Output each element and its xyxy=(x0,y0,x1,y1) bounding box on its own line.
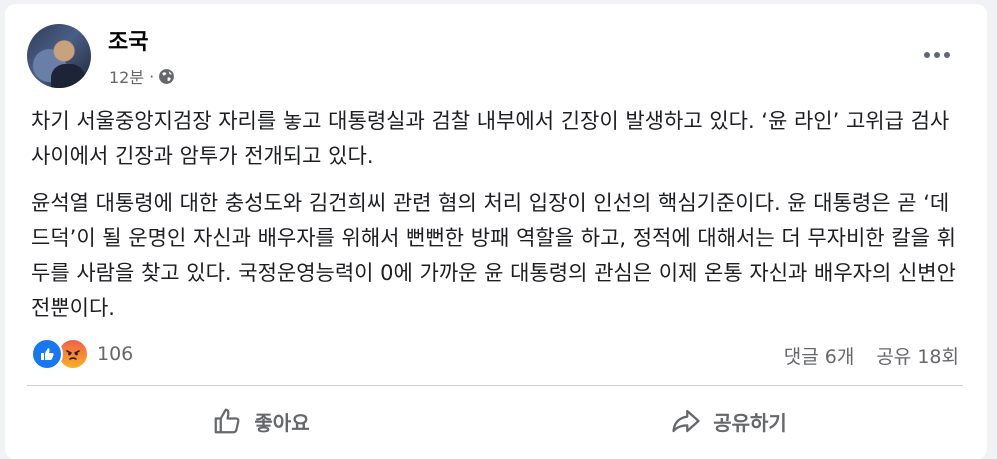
more-dot-icon xyxy=(924,52,930,58)
post-body: 차기 서울중앙지검장 자리를 놓고 대통령실과 검찰 내부에서 긴장이 발생하고… xyxy=(31,104,961,326)
meta-separator: · xyxy=(149,66,155,86)
share-button-label: 공유하기 xyxy=(713,410,787,435)
like-reaction-icon xyxy=(31,338,63,370)
more-dot-icon xyxy=(934,52,940,58)
avatar[interactable] xyxy=(27,24,91,88)
reaction-count: 106 xyxy=(97,343,134,365)
globe-icon xyxy=(158,68,175,85)
post-paragraph: 윤석열 대통령에 대한 충성도와 김건희씨 관련 혐의 처리 입장이 인선의 핵… xyxy=(31,191,956,320)
like-button-label: 좋아요 xyxy=(254,410,310,435)
post-meta: 12분 · xyxy=(109,64,175,88)
action-bar: 좋아요 공유하기 xyxy=(27,386,963,456)
author-name[interactable]: 조국 xyxy=(108,24,148,56)
post-time[interactable]: 12분 xyxy=(109,64,144,88)
share-button[interactable]: 공유하기 xyxy=(495,386,963,456)
more-dot-icon xyxy=(944,52,950,58)
share-count[interactable]: 공유 18회 xyxy=(876,342,959,369)
post-card: 조국 12분 · 차기 서울중앙지검장 자리를 놓고 대통령실과 검찰 내부에서… xyxy=(5,4,987,459)
post-stats: 댓글 6개 공유 18회 xyxy=(784,342,959,369)
thumbs-up-icon xyxy=(215,408,240,434)
share-arrow-icon xyxy=(672,409,700,433)
more-options-button[interactable] xyxy=(919,40,955,70)
comment-count[interactable]: 댓글 6개 xyxy=(784,342,855,369)
reaction-summary[interactable]: 106 xyxy=(31,338,133,370)
post-paragraph: 차기 서울중앙지검장 자리를 놓고 대통령실과 검찰 내부에서 긴장이 발생하고… xyxy=(31,109,950,168)
like-button[interactable]: 좋아요 xyxy=(27,386,495,456)
